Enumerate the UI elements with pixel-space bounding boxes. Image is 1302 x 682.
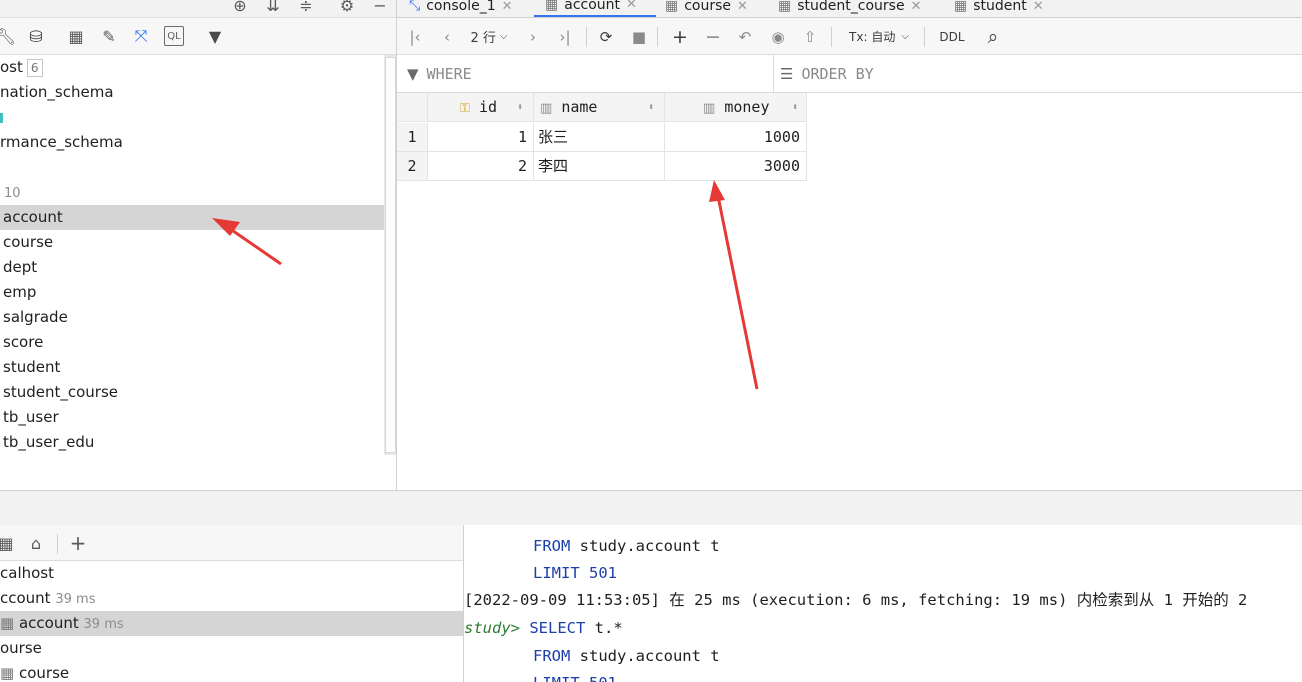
service-label: account [18, 614, 79, 632]
console-prompt: study> [464, 619, 520, 637]
service-label: course [18, 664, 70, 682]
arrow-to-money-column [709, 180, 759, 390]
add-icon[interactable]: + [68, 531, 88, 555]
service-item[interactable]: ccount 39 ms [0, 586, 397, 611]
sql-keyword: FROM [533, 647, 571, 665]
service-label: ccount [0, 589, 51, 607]
services-tree: calhost ccount 39 ms ▦ account 39 ms our… [0, 561, 463, 682]
sql-keyword: LIMIT [533, 564, 580, 582]
toolbar-separator [57, 534, 58, 554]
console-output[interactable]: FROM study.account t LIMIT 501 [2022-09-… [464, 525, 1302, 682]
service-time: 39 ms [55, 592, 96, 607]
group-icon[interactable]: ▦ [0, 533, 16, 553]
console-log-line: [2022-09-09 11:53:05] 在 25 ms (execution… [464, 591, 1248, 609]
sql-keyword: SELECT [529, 619, 586, 637]
sql-text: 501 [580, 674, 617, 682]
sql-text: study.account t [570, 537, 720, 555]
console-line: FROM study.account t [464, 643, 720, 670]
sql-text: 501 [579, 564, 617, 582]
service-item[interactable]: ourse [0, 636, 397, 661]
table-icon: ▦ [0, 664, 15, 682]
sql-text: study.account t [570, 647, 720, 665]
service-label: calhost [0, 564, 54, 582]
console-line: LIMIT 501 [464, 560, 617, 587]
table-icon: ▦ [0, 614, 15, 632]
sql-keyword: FROM [533, 537, 571, 555]
console-line: study> SELECT t.* [464, 615, 623, 642]
service-label: ourse [0, 639, 42, 657]
horizontal-splitter[interactable] [0, 490, 1302, 525]
service-item[interactable]: calhost [0, 561, 397, 586]
new-session-icon[interactable]: ⌂ [26, 533, 46, 553]
sql-text: t.* [585, 619, 623, 637]
service-time: 39 ms [83, 617, 124, 632]
services-toolbar: ▦ ⌂ + [0, 525, 463, 561]
arrow-to-account-table [212, 218, 282, 266]
service-item[interactable]: ▦ course [0, 661, 397, 682]
service-item-selected[interactable]: ▦ account 39 ms [0, 611, 463, 636]
console-line: FROM study.account t [464, 533, 720, 560]
sql-keyword: LIMIT [533, 674, 580, 682]
console-line: LIMIT 501 [464, 670, 617, 682]
